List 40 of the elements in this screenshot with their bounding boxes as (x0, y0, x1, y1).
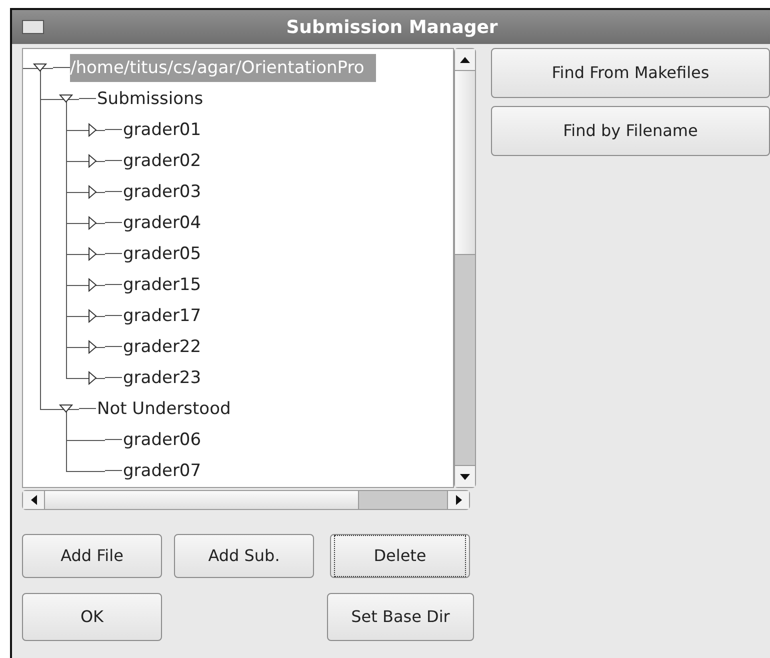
action-button[interactable]: OK (22, 593, 162, 641)
action-button[interactable]: Add File (22, 534, 162, 578)
action-button[interactable]: Find From Makefiles (491, 48, 770, 98)
tree-item[interactable]: grader17 (122, 302, 202, 328)
vertical-scrollbar[interactable] (454, 48, 476, 488)
tree-item[interactable]: grader04 (122, 210, 202, 236)
window-menu-icon[interactable] (22, 20, 44, 34)
tree-item[interactable]: grader01 (122, 116, 202, 142)
scroll-down-icon[interactable] (455, 465, 475, 487)
tree-item[interactable]: grader05 (122, 240, 202, 266)
tree-item[interactable]: grader03 (122, 178, 202, 204)
collapsed-triangle-icon[interactable] (88, 184, 96, 198)
collapsed-triangle-icon[interactable] (88, 340, 96, 354)
action-button[interactable]: Delete (330, 534, 470, 578)
collapsed-triangle-icon[interactable] (88, 154, 96, 168)
collapsed-triangle-icon[interactable] (88, 122, 96, 136)
tree-item[interactable]: grader22 (122, 334, 202, 360)
action-button[interactable]: Set Base Dir (327, 593, 474, 641)
tree-item[interactable]: grader23 (122, 364, 202, 390)
collapsed-triangle-icon[interactable] (88, 370, 96, 384)
expanded-triangle-icon[interactable] (59, 404, 73, 413)
collapsed-triangle-icon[interactable] (88, 308, 96, 322)
scroll-left-icon[interactable] (23, 491, 45, 509)
window-title: Submission Manager (285, 16, 499, 40)
collapsed-triangle-icon[interactable] (88, 216, 96, 230)
tree-item[interactable]: grader15 (122, 272, 202, 298)
tree-item[interactable]: grader02 (122, 148, 202, 174)
scroll-up-icon[interactable] (455, 49, 475, 71)
horizontal-scrollbar[interactable] (22, 490, 470, 510)
action-button[interactable]: Add Sub. (174, 534, 314, 578)
tree-item[interactable]: grader07 (122, 458, 202, 484)
collapsed-triangle-icon[interactable] (88, 278, 96, 292)
expanded-triangle-icon[interactable] (59, 94, 73, 103)
collapsed-triangle-icon[interactable] (88, 246, 96, 260)
tree-item[interactable]: Not Understood (96, 396, 231, 422)
tree-item[interactable]: grader06 (122, 426, 202, 452)
expanded-triangle-icon[interactable] (33, 63, 47, 72)
scroll-right-icon[interactable] (447, 491, 469, 509)
action-button[interactable]: Find by Filename (491, 106, 770, 156)
tree-item[interactable]: Submissions (96, 86, 204, 112)
